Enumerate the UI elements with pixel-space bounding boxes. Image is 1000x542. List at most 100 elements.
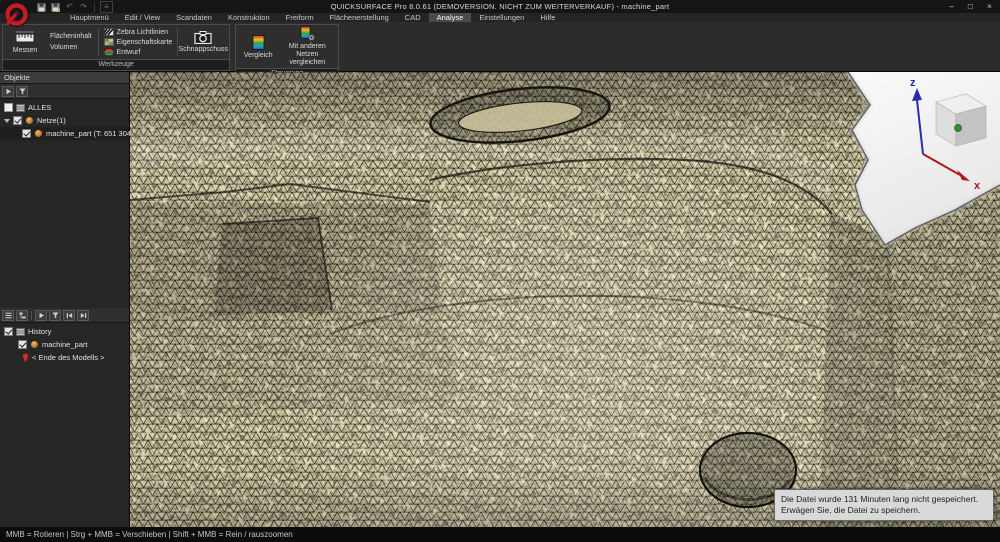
filter-icon: [19, 88, 26, 95]
vergleich-button[interactable]: Vergleich: [238, 26, 278, 67]
mesh-icon: [25, 116, 34, 125]
menu-icon: ≡: [104, 2, 109, 12]
objects-filter-button[interactable]: [16, 86, 28, 97]
history-tree: History machine_part < Ende des Modells …: [0, 323, 129, 364]
checkbox[interactable]: [22, 129, 31, 138]
mesh-icon: [34, 129, 43, 138]
history-panel-toolbar: [0, 308, 129, 323]
menu-cad[interactable]: CAD: [397, 13, 429, 22]
filter-icon: [52, 312, 59, 319]
axis-x-label: x: [974, 180, 981, 192]
title-bar: QUICKSURFACE Pro 8.0.61 (DEMOVERSION. NI…: [0, 0, 1000, 13]
autosave-notification[interactable]: Die Datei wurde 131 Minuten lang nicht g…: [774, 489, 994, 521]
save-as-button[interactable]: [50, 2, 61, 12]
history-play-button[interactable]: [35, 310, 47, 321]
tree-item-history-machine-part[interactable]: machine_part: [0, 338, 129, 351]
save-as-icon: [51, 3, 60, 12]
entwurf-button[interactable]: Entwurf: [104, 48, 173, 56]
menu-bar: Hauptmenü Edit / View Scandaten Konstruk…: [0, 13, 1000, 22]
mit-anderen-netzen-vergleichen-button[interactable]: Mit anderen Netzen vergleichen: [278, 26, 336, 67]
ribbon: Messen Flächeninhalt Volumen Zebra Licht…: [0, 22, 1000, 72]
menu-konstruktion[interactable]: Konstruktion: [220, 13, 278, 22]
window-controls: – □ ×: [949, 0, 992, 13]
notification-line-1: Die Datei wurde 131 Minuten lang nicht g…: [781, 494, 987, 505]
layers-icon: [16, 104, 25, 112]
history-icon: [16, 328, 25, 336]
objects-panel-toolbar: [0, 84, 129, 99]
zebra-stripes-icon: [104, 28, 114, 36]
history-filter-button[interactable]: [49, 310, 61, 321]
tree-item-end-of-model[interactable]: < Ende des Modells >: [0, 351, 129, 364]
notification-line-2: Erwägen Sie, die Datei zu speichern.: [781, 505, 987, 516]
tree-item-alles[interactable]: ALLES: [0, 101, 129, 114]
play-icon: [5, 88, 12, 95]
history-tree-button[interactable]: [16, 310, 28, 321]
mesh-render: z x: [130, 72, 1000, 527]
menu-flaechenerstellung[interactable]: Flächenerstellung: [322, 13, 397, 22]
ruler-icon: [15, 31, 35, 45]
menu-edit-view[interactable]: Edit / View: [117, 13, 168, 22]
mouse-hints: MMB = Rotieren | Strg + MMB = Verschiebe…: [6, 530, 293, 539]
save-button[interactable]: [36, 2, 47, 12]
zebra-lichtlinien-button[interactable]: Zebra Lichtlinien: [104, 28, 173, 36]
app-logo-icon: [3, 1, 30, 28]
history-step-forward-button[interactable]: [77, 310, 89, 321]
window-title: QUICKSURFACE Pro 8.0.61 (DEMOVERSION. NI…: [0, 0, 1000, 13]
menu-hauptmenu[interactable]: Hauptmenü: [62, 13, 117, 22]
flaecheninhalt-button[interactable]: Flächeninhalt: [50, 33, 92, 40]
tree-item-machine-part[interactable]: machine_part (T: 651 304): [0, 127, 129, 140]
sidebar: Objekte ALLES Netze(1): [0, 72, 130, 527]
draft-angle-icon: [104, 48, 114, 56]
mesh-icon: [30, 340, 39, 349]
ribbon-group-steuerung: Vergleich Mit anderen Netzen vergleichen…: [235, 24, 339, 71]
tree-item-netze[interactable]: Netze(1): [0, 114, 129, 127]
axis-z-label: z: [910, 77, 916, 89]
menu-analyse[interactable]: Analyse: [429, 13, 472, 22]
minimize-button[interactable]: –: [949, 0, 954, 13]
quick-access-toolbar: ↶ ↷ ≡: [36, 2, 113, 12]
viewport-3d[interactable]: z x Die Datei wurde 131 Minuten lang nic…: [130, 72, 1000, 527]
sidebar-spacer: [0, 140, 129, 308]
history-step-back-button[interactable]: [63, 310, 75, 321]
menu-einstellungen[interactable]: Einstellungen: [471, 13, 532, 22]
status-bar: MMB = Rotieren | Strg + MMB = Verschiebe…: [0, 527, 1000, 542]
schnappschuss-button[interactable]: Schnappschuss: [179, 26, 227, 58]
step-back-icon: [66, 312, 73, 319]
redo-button[interactable]: ↷: [78, 2, 89, 12]
play-icon: [38, 312, 45, 319]
list-icon: [5, 312, 12, 319]
ribbon-group-label-werkzeuge: Werkzeuge: [3, 59, 229, 70]
history-list-button[interactable]: [2, 310, 14, 321]
checkbox[interactable]: [4, 327, 13, 336]
toolbar-separator: [31, 311, 32, 320]
toolbar-separator: [94, 3, 95, 12]
step-forward-icon: [80, 312, 87, 319]
redo-icon: ↷: [80, 2, 87, 12]
checkbox[interactable]: [4, 103, 13, 112]
tree-item-history[interactable]: History: [0, 325, 129, 338]
compare-meshes-gear-icon: [300, 26, 315, 41]
menu-freiform[interactable]: Freiform: [278, 13, 322, 22]
restore-button[interactable]: □: [968, 0, 973, 13]
menu-hilfe[interactable]: Hilfe: [532, 13, 563, 22]
group-separator: [98, 28, 99, 56]
camera-icon: [194, 31, 212, 44]
objects-play-button[interactable]: [2, 86, 14, 97]
tree-view-icon: [19, 312, 26, 319]
quick-access-menu-button[interactable]: ≡: [100, 1, 113, 13]
end-marker-icon: [22, 353, 29, 363]
menu-scandaten[interactable]: Scandaten: [168, 13, 220, 22]
close-button[interactable]: ×: [987, 0, 992, 13]
checkbox[interactable]: [18, 340, 27, 349]
messen-button[interactable]: Messen: [5, 26, 45, 58]
objects-panel-header: Objekte: [0, 72, 129, 84]
objects-tree: ALLES Netze(1) machine_part (T: 651 304): [0, 99, 129, 140]
chevron-down-icon[interactable]: [4, 119, 10, 123]
eigenschaftskarte-button[interactable]: Eigenschaftskarte: [104, 38, 173, 46]
compare-colormap-icon: [252, 35, 265, 50]
undo-button[interactable]: ↶: [64, 2, 75, 12]
checkbox[interactable]: [13, 116, 22, 125]
save-icon: [37, 3, 46, 12]
undo-icon: ↶: [66, 2, 73, 12]
volumen-button[interactable]: Volumen: [50, 44, 92, 51]
